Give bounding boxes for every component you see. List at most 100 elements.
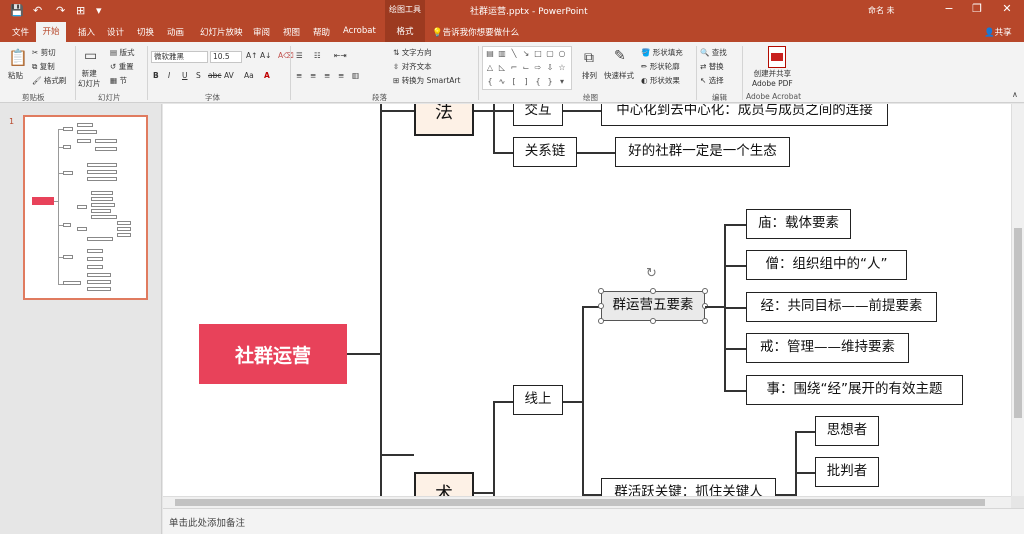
tab-format[interactable]: 格式 <box>385 22 425 42</box>
underline-icon[interactable]: U <box>182 71 188 80</box>
mindmap-node-shu[interactable]: 术 <box>414 472 474 496</box>
mindmap-node-guanxi[interactable]: 关系链 <box>513 137 577 167</box>
mindmap-node-sixiang[interactable]: 思想者 <box>815 416 879 446</box>
rect-shape-icon[interactable]: □ <box>533 49 543 59</box>
shape-effects-button[interactable]: ◐ 形状效果 <box>641 75 680 86</box>
resize-handle-tr[interactable] <box>702 288 708 294</box>
resize-handle-b[interactable] <box>650 318 656 324</box>
tab-insert[interactable]: 插入 <box>78 26 95 38</box>
restore-button[interactable]: ❐ <box>964 2 990 15</box>
quick-styles-icon[interactable]: ✎ <box>614 48 626 64</box>
tab-home[interactable]: 开始 <box>36 22 66 42</box>
arrange-icon[interactable]: ⧉ <box>584 50 594 66</box>
mindmap-node-jie[interactable]: 戒：管理——维持要素 <box>746 333 909 363</box>
oval-shape-icon[interactable]: ○ <box>557 49 567 59</box>
close-brace-shape-icon[interactable]: } <box>545 77 555 87</box>
justify-icon[interactable]: ≡ <box>338 71 344 80</box>
tab-acrobat[interactable]: Acrobat <box>343 26 376 36</box>
shadow-icon[interactable]: S <box>196 71 201 80</box>
mindmap-node-seng[interactable]: 僧：组织组中的“人” <box>746 250 907 280</box>
resize-handle-t[interactable] <box>650 288 656 294</box>
mindmap-node-pipan[interactable]: 批判者 <box>815 457 879 487</box>
elbow-shape-icon[interactable]: ⌐ <box>509 63 519 73</box>
close-button[interactable]: ✕ <box>994 2 1020 15</box>
shape-outline-button[interactable]: ✏ 形状轮廓 <box>641 61 680 72</box>
right-arrow-shape-icon[interactable]: ⇨ <box>533 63 543 73</box>
bullets-icon[interactable]: ☰ <box>296 51 303 60</box>
vtextbox-shape-icon[interactable]: ▥ <box>497 49 507 59</box>
resize-handle-bl[interactable] <box>598 318 604 324</box>
open-brace-shape-icon[interactable]: { <box>533 77 543 87</box>
resize-handle-l[interactable] <box>598 303 604 309</box>
resize-handle-tl[interactable] <box>598 288 604 294</box>
font-size-select[interactable]: 10.5 <box>210 51 242 63</box>
mindmap-root-node[interactable]: 社群运营 <box>199 324 347 384</box>
shape-fill-button[interactable]: 🪣 形状填充 <box>641 47 683 58</box>
undo-icon[interactable]: ↶ <box>33 4 42 17</box>
mindmap-node-shi[interactable]: 事：围绕“经”展开的有效主题 <box>746 375 963 405</box>
grow-font-icon[interactable]: A↑ <box>246 51 257 60</box>
mindmap-node-five-elements-selected[interactable]: 群运营五要素 <box>601 291 705 321</box>
align-center-icon[interactable]: ≡ <box>310 71 316 80</box>
mindmap-node-miao[interactable]: 庙：载体要素 <box>746 209 851 239</box>
user-name[interactable]: 命名 未 <box>868 5 895 16</box>
vertical-scrollbar[interactable] <box>1011 104 1024 496</box>
minimize-button[interactable]: − <box>936 2 962 15</box>
new-slide-button[interactable]: 新建 幻灯片 <box>78 69 101 89</box>
paste-icon[interactable]: 📋 <box>8 48 28 67</box>
save-icon[interactable]: 💾 <box>10 4 24 17</box>
copy-button[interactable]: ⧉ 复制 <box>32 61 55 72</box>
font-color-icon[interactable]: A <box>264 71 270 80</box>
clear-format-icon[interactable]: A⌫ <box>278 51 294 60</box>
vertical-scroll-thumb[interactable] <box>1014 228 1022 418</box>
section-button[interactable]: ▦ 节 <box>110 75 127 86</box>
tab-transitions[interactable]: 切换 <box>137 26 154 38</box>
customize-qa-icon[interactable]: ▾ <box>96 4 102 17</box>
columns-icon[interactable]: ▥ <box>352 71 359 80</box>
char-spacing-icon[interactable]: AV <box>224 71 234 80</box>
italic-icon[interactable]: I <box>168 71 170 80</box>
brace-shape-icon[interactable]: { <box>485 77 495 87</box>
tab-file[interactable]: 文件 <box>12 26 29 38</box>
new-slide-icon[interactable]: ▭ <box>84 48 97 64</box>
strikethrough-icon[interactable]: abc <box>208 71 221 80</box>
more-shapes-icon[interactable]: ▾ <box>557 77 567 87</box>
quick-styles-button[interactable]: 快速样式 <box>604 70 634 81</box>
present-icon[interactable]: ⊞ <box>76 4 85 17</box>
share-button[interactable]: 👤共享 <box>984 26 1012 38</box>
align-text-button[interactable]: ⇳ 对齐文本 <box>393 61 432 72</box>
triangle-shape-icon[interactable]: △ <box>485 63 495 73</box>
indent-icon[interactable]: ⇤⇥ <box>334 51 347 60</box>
paste-button[interactable]: 粘贴 <box>8 70 23 81</box>
font-name-select[interactable]: 微软雅黑 <box>151 51 208 63</box>
rotate-handle-icon[interactable]: ↻ <box>646 266 657 281</box>
tab-help[interactable]: 帮助 <box>313 26 330 38</box>
shrink-font-icon[interactable]: A↓ <box>260 51 271 60</box>
right-triangle-shape-icon[interactable]: ◺ <box>497 63 507 73</box>
arrow-line-shape-icon[interactable]: ↘ <box>521 49 531 59</box>
mindmap-node-huoyue[interactable]: 群活跃关键：抓住关键人 <box>601 478 776 496</box>
adobe-pdf-icon[interactable] <box>768 46 786 68</box>
horizontal-scroll-thumb[interactable] <box>175 499 985 506</box>
mindmap-node-xianshang[interactable]: 线上 <box>513 385 563 415</box>
numbering-icon[interactable]: ☷ <box>314 51 321 60</box>
horizontal-scrollbar[interactable] <box>163 496 1011 508</box>
tell-me-search[interactable]: 💡告诉我你想要做什么 <box>432 26 519 38</box>
mindmap-node-guanxi-desc[interactable]: 好的社群一定是一个生态 <box>615 137 790 167</box>
change-case-icon[interactable]: Aa <box>244 71 254 80</box>
line-shape-icon[interactable]: ╲ <box>509 49 519 59</box>
align-left-icon[interactable]: ≡ <box>296 71 302 80</box>
replace-button[interactable]: ⇄ 替换 <box>700 61 724 72</box>
shapes-gallery[interactable]: ▤ ▥ ╲ ↘ □ ▢ ○ △ ◺ ⌐ ⌙ ⇨ ⇩ ☆ { ∿ [ ] { } … <box>482 46 572 90</box>
textbox-shape-icon[interactable]: ▤ <box>485 49 495 59</box>
rounded-rect-shape-icon[interactable]: ▢ <box>545 49 555 59</box>
format-painter-button[interactable]: 🖌 格式刷 <box>32 75 66 86</box>
close-bracket-shape-icon[interactable]: ] <box>521 77 531 87</box>
mindmap-node-jiaohu[interactable]: 交互 <box>513 104 563 126</box>
mindmap-node-jiaohu-desc[interactable]: 中心化到去中心化：成员与成员之间的连接 <box>601 104 888 126</box>
star-shape-icon[interactable]: ☆ <box>557 63 567 73</box>
bracket-shape-icon[interactable]: [ <box>509 77 519 87</box>
tab-design[interactable]: 设计 <box>107 26 124 38</box>
bold-icon[interactable]: B <box>153 71 159 80</box>
align-right-icon[interactable]: ≡ <box>324 71 330 80</box>
